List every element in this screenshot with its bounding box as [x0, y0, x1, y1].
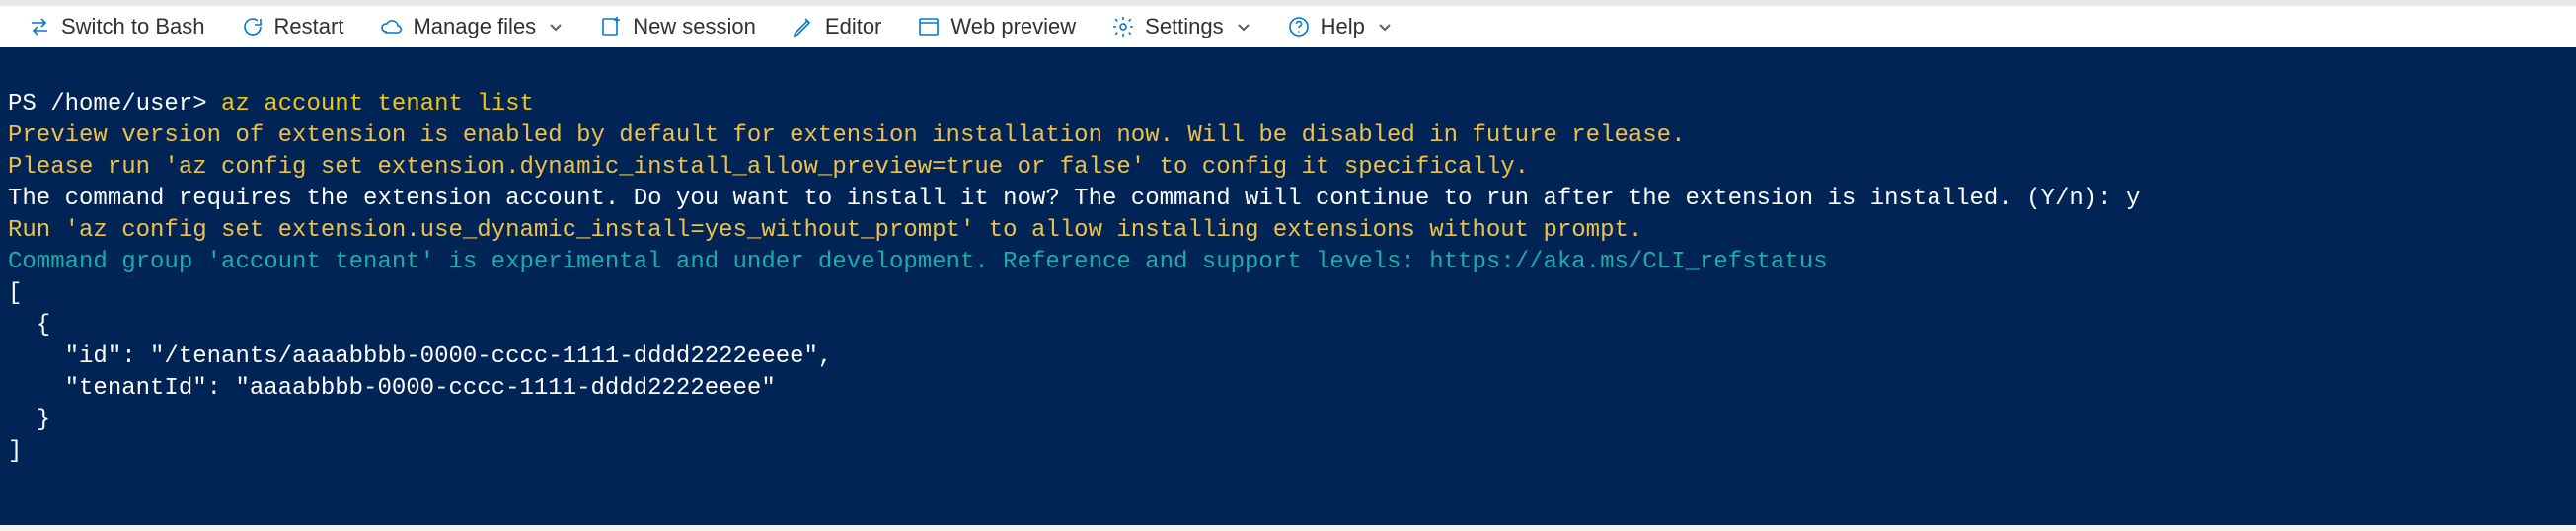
chevron-down-icon — [1236, 19, 1251, 35]
terminal-output-line: { — [8, 310, 2568, 341]
prompt-path: PS /home/user> — [8, 91, 221, 117]
chevron-down-icon — [1377, 19, 1393, 35]
terminal-output-line: Run 'az config set extension.use_dynamic… — [8, 215, 2568, 247]
help-label: Help — [1321, 14, 1365, 39]
swap-icon — [28, 15, 51, 38]
manage-files-button[interactable]: Manage files — [365, 10, 577, 43]
manage-files-label: Manage files — [413, 14, 536, 39]
terminal-output-line: "id": "/tenants/aaaabbbb-0000-cccc-1111-… — [8, 341, 2568, 373]
settings-button[interactable]: Settings — [1098, 10, 1265, 43]
terminal-output-line: Command group 'account tenant' is experi… — [8, 247, 2568, 278]
new-session-label: New session — [633, 14, 756, 39]
web-preview-icon — [917, 15, 941, 38]
web-preview-label: Web preview — [950, 14, 1076, 39]
switch-shell-label: Switch to Bash — [61, 14, 205, 39]
chevron-down-icon — [548, 19, 564, 35]
help-icon — [1287, 15, 1311, 38]
restart-button[interactable]: Restart — [227, 10, 358, 43]
editor-icon — [792, 15, 815, 38]
editor-button[interactable]: Editor — [778, 10, 895, 43]
switch-shell-button[interactable]: Switch to Bash — [14, 10, 219, 43]
cloud-files-icon — [379, 15, 403, 38]
prompt-command: az account tenant list — [221, 91, 534, 117]
settings-label: Settings — [1145, 14, 1224, 39]
restart-icon — [241, 15, 265, 38]
editor-label: Editor — [825, 14, 881, 39]
terminal-pane[interactable]: PS /home/user> az account tenant listPre… — [0, 47, 2576, 525]
new-session-button[interactable]: New session — [585, 10, 770, 43]
terminal-prompt-line: PS /home/user> az account tenant list — [8, 89, 2568, 120]
new-session-icon — [599, 15, 623, 38]
web-preview-button[interactable]: Web preview — [903, 10, 1090, 43]
restart-label: Restart — [274, 14, 344, 39]
cloud-shell-toolbar: Switch to Bash Restart Manage files New … — [0, 0, 2576, 47]
terminal-output-line: } — [8, 405, 2568, 436]
terminal-output-line: [ — [8, 278, 2568, 310]
terminal-output-line: "tenantId": "aaaabbbb-0000-cccc-1111-ddd… — [8, 373, 2568, 405]
terminal-output-line: ] — [8, 436, 2568, 468]
terminal-output-line: Preview version of extension is enabled … — [8, 120, 2568, 152]
gear-icon — [1111, 15, 1135, 38]
terminal-output-line: The command requires the extension accou… — [8, 184, 2568, 215]
terminal-output-line: Please run 'az config set extension.dyna… — [8, 152, 2568, 184]
help-button[interactable]: Help — [1273, 10, 1406, 43]
